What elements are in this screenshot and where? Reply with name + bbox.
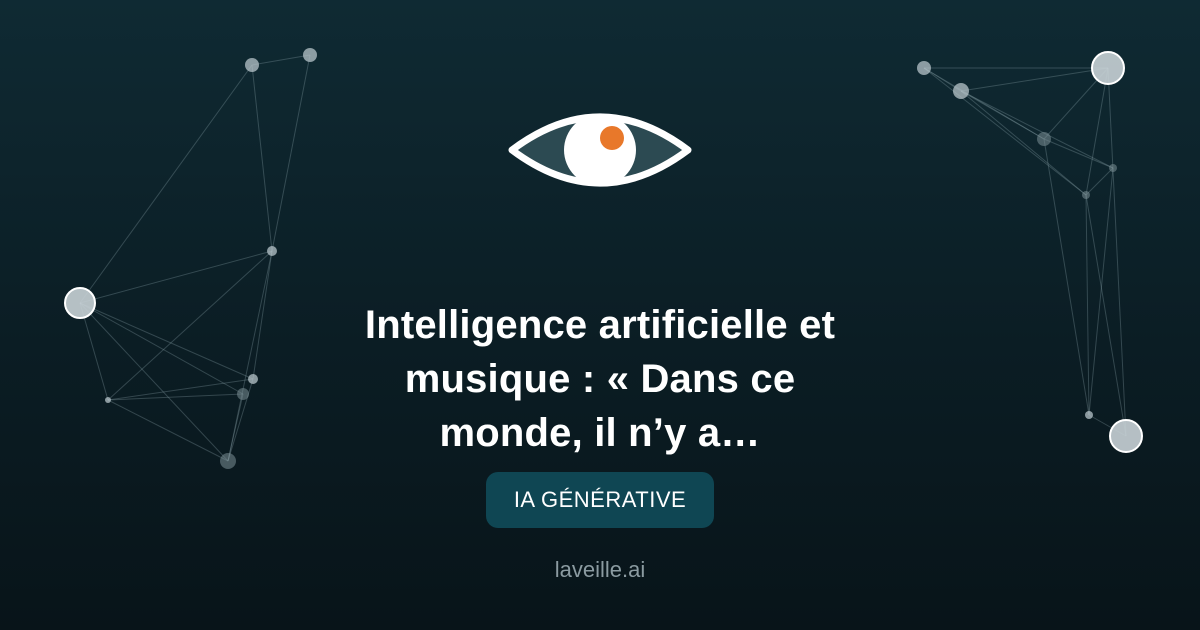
- right-network-lines: [923, 67, 1127, 437]
- right-network-nodes: [917, 51, 1143, 453]
- left-network-lines: [79, 54, 311, 462]
- article-title-line: musique : « Dans ce: [404, 357, 796, 401]
- article-title: Intelligence artificielle et musique : «…: [300, 298, 900, 460]
- left-network-nodes: [64, 48, 317, 469]
- article-title-line: Intelligence artificielle et: [364, 303, 836, 347]
- category-badge[interactable]: IA GÉNÉRATIVE: [486, 472, 714, 528]
- site-name: laveille.ai: [554, 557, 646, 582]
- eye-icon: [508, 113, 692, 187]
- pupil-dot: [600, 126, 624, 150]
- article-title-line: monde, il n’y a…: [439, 411, 761, 455]
